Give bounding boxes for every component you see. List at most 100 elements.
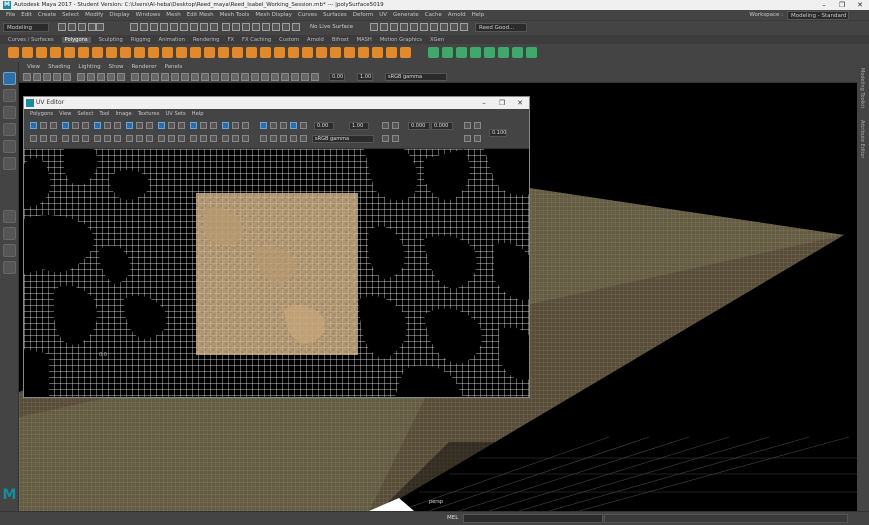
- uv-tool-icon[interactable]: [40, 122, 47, 129]
- uv-field-c[interactable]: 0.000: [408, 122, 430, 130]
- uv-tool-icon[interactable]: [82, 122, 89, 129]
- status-tool-icon[interactable]: [222, 23, 230, 31]
- uv-tool-icon[interactable]: [290, 122, 297, 129]
- uv-tool-icon[interactable]: [146, 135, 153, 142]
- shelf-tab-rendering[interactable]: Rendering: [193, 37, 220, 43]
- menu-uv[interactable]: UV: [379, 12, 387, 18]
- uv-tool-icon[interactable]: [280, 122, 287, 129]
- shelf-polygon-tool-icon[interactable]: [50, 47, 61, 58]
- status-tool-icon[interactable]: [282, 23, 290, 31]
- shelf-polygon-tool-icon[interactable]: [498, 47, 509, 58]
- shelf-tab-mash[interactable]: MASH: [357, 37, 372, 43]
- menu-curves[interactable]: Curves: [298, 12, 317, 18]
- viewport-toggle-icon[interactable]: [221, 73, 229, 81]
- shelf-polygon-tool-icon[interactable]: [64, 47, 75, 58]
- viewport-toggle-icon[interactable]: [141, 73, 149, 81]
- outliner-layout-icon[interactable]: [3, 261, 16, 274]
- uv-tool-icon[interactable]: [210, 122, 217, 129]
- single-view-layout-icon[interactable]: [3, 210, 16, 223]
- viewport-toggle-icon[interactable]: [181, 73, 189, 81]
- shelf-polygon-tool-icon[interactable]: [274, 47, 285, 58]
- uv-tool-icon[interactable]: [104, 135, 111, 142]
- four-view-layout-icon[interactable]: [3, 227, 16, 240]
- menu-arnold[interactable]: Arnold: [448, 12, 466, 18]
- menu-display[interactable]: Display: [109, 12, 129, 18]
- menu-cache[interactable]: Cache: [425, 12, 442, 18]
- status-tool-icon[interactable]: [252, 23, 260, 31]
- scale-tool-icon[interactable]: [3, 157, 16, 170]
- status-tool-icon[interactable]: [370, 23, 378, 31]
- uv-tool-icon[interactable]: [382, 122, 389, 129]
- uv-minimize-button[interactable]: –: [476, 97, 492, 109]
- vp-menu-panels[interactable]: Panels: [165, 64, 183, 70]
- shelf-polygon-tool-icon[interactable]: [190, 47, 201, 58]
- uv-tool-icon[interactable]: [72, 122, 79, 129]
- uv-menu-view[interactable]: View: [59, 111, 71, 117]
- close-button[interactable]: ✕: [851, 0, 869, 10]
- shelf-polygon-tool-icon[interactable]: [344, 47, 355, 58]
- uv-close-button[interactable]: ✕: [512, 97, 528, 109]
- menu-mesh-tools[interactable]: Mesh Tools: [220, 12, 250, 18]
- minimize-button[interactable]: –: [815, 0, 833, 10]
- uv-tool-icon[interactable]: [200, 122, 207, 129]
- status-tool-icon[interactable]: [200, 23, 208, 31]
- shelf-polygon-tool-icon[interactable]: [386, 47, 397, 58]
- uv-tool-icon[interactable]: [270, 122, 277, 129]
- vp-menu-lighting[interactable]: Lighting: [78, 64, 100, 70]
- status-tool-icon[interactable]: [68, 23, 76, 31]
- uv-tool-icon[interactable]: [136, 122, 143, 129]
- command-language-label[interactable]: MEL: [447, 515, 458, 521]
- viewport-toggle-icon[interactable]: [117, 73, 125, 81]
- shelf-polygon-tool-icon[interactable]: [22, 47, 33, 58]
- uv-menu-uv-sets[interactable]: UV Sets: [165, 111, 185, 117]
- vp-menu-renderer[interactable]: Renderer: [131, 64, 156, 70]
- uv-tool-icon[interactable]: [392, 122, 399, 129]
- shelf-polygon-tool-icon[interactable]: [372, 47, 383, 58]
- mode-dropdown[interactable]: Modeling: [3, 23, 49, 32]
- menu-mesh-display[interactable]: Mesh Display: [255, 12, 292, 18]
- uv-tool-icon[interactable]: [40, 135, 47, 142]
- uv-tool-icon[interactable]: [200, 135, 207, 142]
- viewport-toggle-icon[interactable]: [77, 73, 85, 81]
- uv-tool-icon[interactable]: [242, 135, 249, 142]
- shelf-polygon-tool-icon[interactable]: [512, 47, 523, 58]
- uv-tool-icon[interactable]: [222, 122, 229, 129]
- status-tool-icon[interactable]: [390, 23, 398, 31]
- status-tool-icon[interactable]: [292, 23, 300, 31]
- viewport-toggle-icon[interactable]: [131, 73, 139, 81]
- uv-tool-icon[interactable]: [222, 135, 229, 142]
- status-tool-icon[interactable]: [58, 23, 66, 31]
- gamma-field[interactable]: 1.00: [357, 73, 373, 81]
- uv-maximize-button[interactable]: ❐: [494, 97, 510, 109]
- uv-canvas[interactable]: 0.0: [24, 149, 529, 397]
- attribute-editor-tab[interactable]: Attribute Editor: [859, 120, 865, 158]
- select-tool-icon[interactable]: [3, 72, 16, 85]
- viewport-toggle-icon[interactable]: [53, 73, 61, 81]
- viewport-toggle-icon[interactable]: [211, 73, 219, 81]
- shelf-tab-xgen[interactable]: XGen: [430, 37, 444, 43]
- uv-tool-icon[interactable]: [464, 135, 471, 142]
- status-tool-icon[interactable]: [410, 23, 418, 31]
- viewport-toggle-icon[interactable]: [151, 73, 159, 81]
- uv-tool-icon[interactable]: [260, 135, 267, 142]
- shelf-tab-motion-graphics[interactable]: Motion Graphics: [380, 37, 422, 43]
- menu-select[interactable]: Select: [62, 12, 79, 18]
- modeling-toolkit-tab[interactable]: Modeling Toolkit: [859, 68, 865, 108]
- viewport-toggle-icon[interactable]: [281, 73, 289, 81]
- uv-tool-icon[interactable]: [168, 135, 175, 142]
- status-tool-icon[interactable]: [430, 23, 438, 31]
- viewport-toggle-icon[interactable]: [161, 73, 169, 81]
- status-tool-icon[interactable]: [232, 23, 240, 31]
- shelf-polygon-tool-icon[interactable]: [260, 47, 271, 58]
- uv-tool-icon[interactable]: [280, 135, 287, 142]
- status-tool-icon[interactable]: [170, 23, 178, 31]
- status-tool-icon[interactable]: [130, 23, 138, 31]
- shelf-polygon-tool-icon[interactable]: [526, 47, 537, 58]
- status-tool-icon[interactable]: [460, 23, 468, 31]
- shelf-polygon-tool-icon[interactable]: [134, 47, 145, 58]
- uv-tool-icon[interactable]: [168, 122, 175, 129]
- uv-tool-icon[interactable]: [94, 135, 101, 142]
- viewport-toggle-icon[interactable]: [191, 73, 199, 81]
- uv-tool-icon[interactable]: [50, 122, 57, 129]
- uv-tool-icon[interactable]: [72, 135, 79, 142]
